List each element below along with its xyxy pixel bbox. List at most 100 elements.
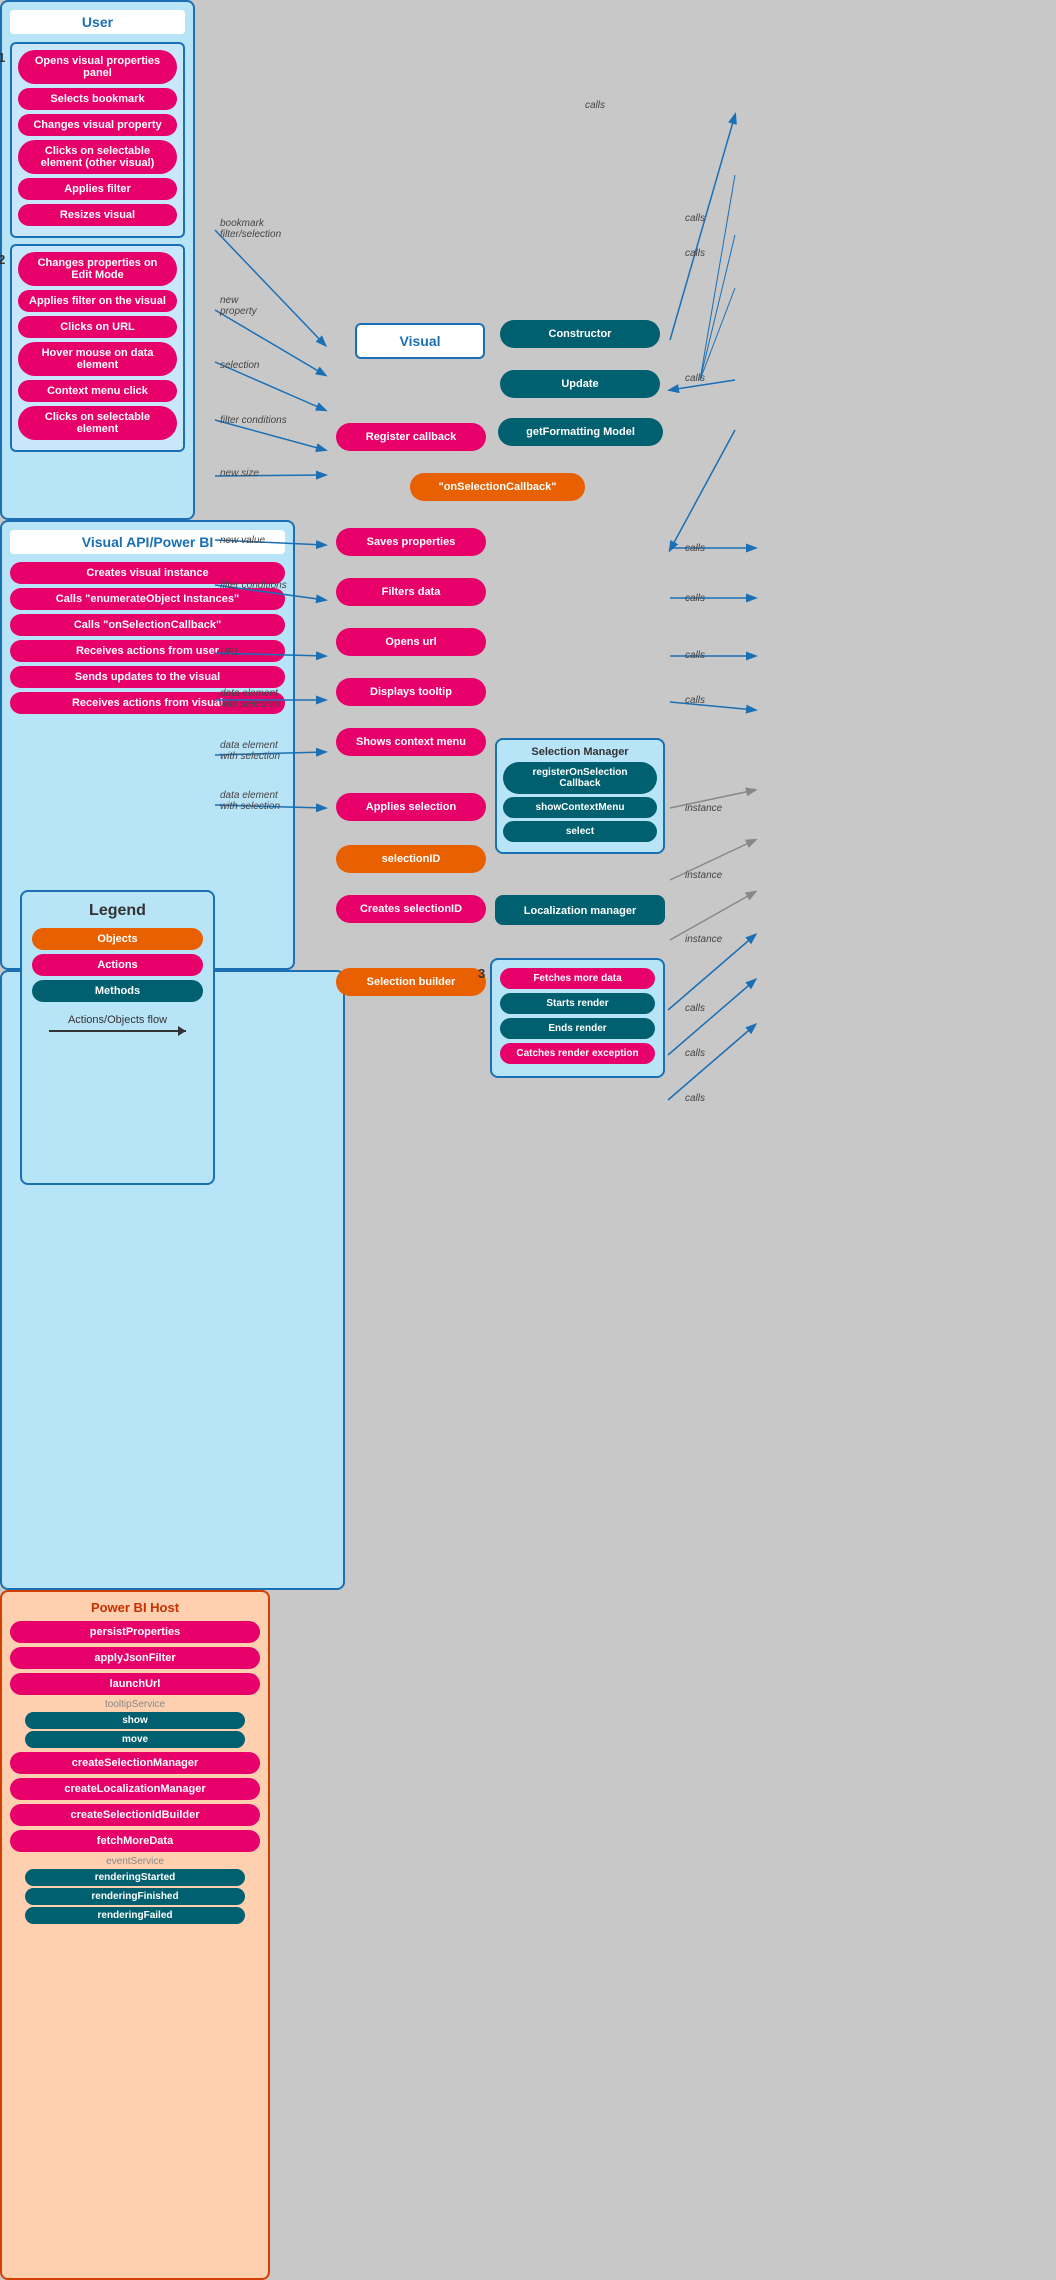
localization-manager-box: Localization manager — [495, 895, 665, 925]
label-calls-s3-2: calls — [685, 1048, 705, 1059]
legend-title: Legend — [32, 902, 203, 920]
section3-label: 3 — [478, 966, 485, 981]
btn-rendering-finished[interactable]: renderingFinished — [25, 1888, 245, 1905]
label-calls-1: calls — [685, 543, 705, 554]
label-calls-7: calls — [685, 373, 705, 384]
btn-show-context-menu[interactable]: showContextMenu — [503, 797, 657, 818]
btn-tooltip-move[interactable]: move — [25, 1731, 245, 1748]
visual-title-node: Visual — [355, 323, 485, 359]
label-filter-conditions1: filter conditions — [220, 415, 287, 426]
label-calls-s3-1: calls — [685, 1003, 705, 1014]
label-bookmark-filter: bookmarkfilter/selection — [220, 218, 281, 240]
btn-displays-tooltip[interactable]: Displays tooltip — [336, 678, 486, 706]
user-section-2: 2 Changes properties on Edit Mode Applie… — [10, 244, 185, 452]
btn-selects-bookmark[interactable]: Selects bookmark — [18, 88, 177, 110]
label-new-size: new size — [220, 468, 259, 479]
btn-creates-selection-id[interactable]: Creates selectionID — [336, 895, 486, 923]
btn-resizes-visual[interactable]: Resizes visual — [18, 204, 177, 226]
label-calls-s3-3: calls — [685, 1093, 705, 1104]
user-panel-title: User — [10, 10, 185, 34]
section1-label: 1 — [0, 50, 5, 65]
btn-on-selection[interactable]: Calls "onSelectionCallback" — [10, 614, 285, 636]
btn-selection-builder[interactable]: Selection builder — [336, 968, 486, 996]
label-calls-3: calls — [685, 650, 705, 661]
btn-opens-visual[interactable]: Opens visual properties panel — [18, 50, 177, 84]
btn-register-callback[interactable]: Register callback — [336, 423, 486, 451]
btn-update[interactable]: Update — [500, 370, 660, 398]
btn-applies-filter-visual[interactable]: Applies filter on the visual — [18, 290, 177, 312]
btn-get-formatting[interactable]: getFormatting Model — [498, 418, 663, 446]
legend-panel: Legend Objects Actions Methods Actions/O… — [20, 890, 215, 1185]
btn-launch-url[interactable]: launchUrl — [10, 1673, 260, 1695]
btn-hover-mouse[interactable]: Hover mouse on data element — [18, 342, 177, 376]
tooltip-service-group: tooltipService show move — [10, 1699, 260, 1748]
btn-apply-json[interactable]: applyJsonFilter — [10, 1647, 260, 1669]
event-service-label: eventService — [10, 1856, 260, 1867]
btn-selection-id[interactable]: selectionID — [336, 845, 486, 873]
btn-saves-props[interactable]: Saves properties — [336, 528, 486, 556]
label-data-element3: data elementwith selection — [220, 790, 280, 812]
btn-receives-actions-user[interactable]: Receives actions from user — [10, 640, 285, 662]
section3-panel: 3 Fetches more data Starts render Ends r… — [490, 958, 665, 1078]
legend-objects[interactable]: Objects — [32, 928, 203, 950]
label-instance-3: instance — [685, 934, 722, 945]
btn-changes-visual[interactable]: Changes visual property — [18, 114, 177, 136]
label-instance-1: instance — [685, 803, 722, 814]
btn-changes-props[interactable]: Changes properties on Edit Mode — [18, 252, 177, 286]
btn-catches-render[interactable]: Catches render exception — [500, 1043, 655, 1064]
btn-fetch-more[interactable]: fetchMoreData — [10, 1830, 260, 1852]
btn-tooltip-show[interactable]: show — [25, 1712, 245, 1729]
btn-clicks-selectable-other[interactable]: Clicks on selectable element (other visu… — [18, 140, 177, 174]
diagram-container: User 1 Opens visual properties panel Sel… — [0, 0, 1056, 1211]
user-section-1: 1 Opens visual properties panel Selects … — [10, 42, 185, 238]
btn-constructor[interactable]: Constructor — [500, 320, 660, 348]
legend-actions[interactable]: Actions — [32, 954, 203, 976]
label-data-element1: data elementwith selection — [220, 688, 280, 710]
btn-create-localization[interactable]: createLocalizationManager — [10, 1778, 260, 1800]
btn-on-selection-cb[interactable]: "onSelectionCallback" — [410, 473, 585, 501]
btn-sends-updates[interactable]: Sends updates to the visual — [10, 666, 285, 688]
btn-applies-filter[interactable]: Applies filter — [18, 178, 177, 200]
user-panel: User 1 Opens visual properties panel Sel… — [0, 0, 195, 520]
label-data-element2: data elementwith selection — [220, 740, 280, 762]
section2-label: 2 — [0, 252, 5, 267]
label-new-value: new value — [220, 535, 265, 546]
btn-opens-url[interactable]: Opens url — [336, 628, 486, 656]
btn-rendering-failed[interactable]: renderingFailed — [25, 1907, 245, 1924]
btn-enumerate[interactable]: Calls "enumerateObject Instances" — [10, 588, 285, 610]
btn-create-selection-mgr[interactable]: createSelectionManager — [10, 1752, 260, 1774]
btn-starts-render[interactable]: Starts render — [500, 993, 655, 1014]
selection-manager-panel: Selection Manager registerOnSelection Ca… — [495, 738, 665, 854]
label-selection: selection — [220, 360, 259, 371]
btn-create-selection-id[interactable]: createSelectionIdBuilder — [10, 1804, 260, 1826]
legend-methods[interactable]: Methods — [32, 980, 203, 1002]
btn-select[interactable]: select — [503, 821, 657, 842]
label-calls-2: calls — [685, 593, 705, 604]
powerbi-title: Power BI Host — [10, 1600, 260, 1615]
btn-register-on-selection[interactable]: registerOnSelection Callback — [503, 762, 657, 794]
btn-context-menu[interactable]: Context menu click — [18, 380, 177, 402]
label-filter-conditions2: filter conditions — [220, 580, 287, 591]
legend-flow-label: Actions/Objects flow — [32, 1014, 203, 1032]
label-new-property: newproperty — [220, 295, 257, 317]
label-calls-5: calls — [685, 213, 705, 224]
tooltip-service-label: tooltipService — [10, 1699, 260, 1710]
localization-manager-label: Localization manager — [524, 905, 636, 917]
btn-fetches-more[interactable]: Fetches more data — [500, 968, 655, 989]
label-instance-2: instance — [685, 870, 722, 881]
label-calls-top: calls — [585, 100, 605, 111]
btn-applies-selection[interactable]: Applies selection — [336, 793, 486, 821]
btn-filters-data[interactable]: Filters data — [336, 578, 486, 606]
btn-clicks-url[interactable]: Clicks on URL — [18, 316, 177, 338]
btn-persist-props[interactable]: persistProperties — [10, 1621, 260, 1643]
label-calls-4: calls — [685, 695, 705, 706]
event-service-group: eventService renderingStarted renderingF… — [10, 1856, 260, 1924]
btn-ends-render[interactable]: Ends render — [500, 1018, 655, 1039]
selection-manager-title: Selection Manager — [503, 746, 657, 758]
btn-shows-context[interactable]: Shows context menu — [336, 728, 486, 756]
label-calls-6: calls — [685, 248, 705, 259]
btn-clicks-selectable[interactable]: Clicks on selectable element — [18, 406, 177, 440]
btn-rendering-started[interactable]: renderingStarted — [25, 1869, 245, 1886]
powerbi-panel: Power BI Host persistProperties applyJso… — [0, 1590, 270, 2280]
label-url: URL — [220, 647, 240, 658]
